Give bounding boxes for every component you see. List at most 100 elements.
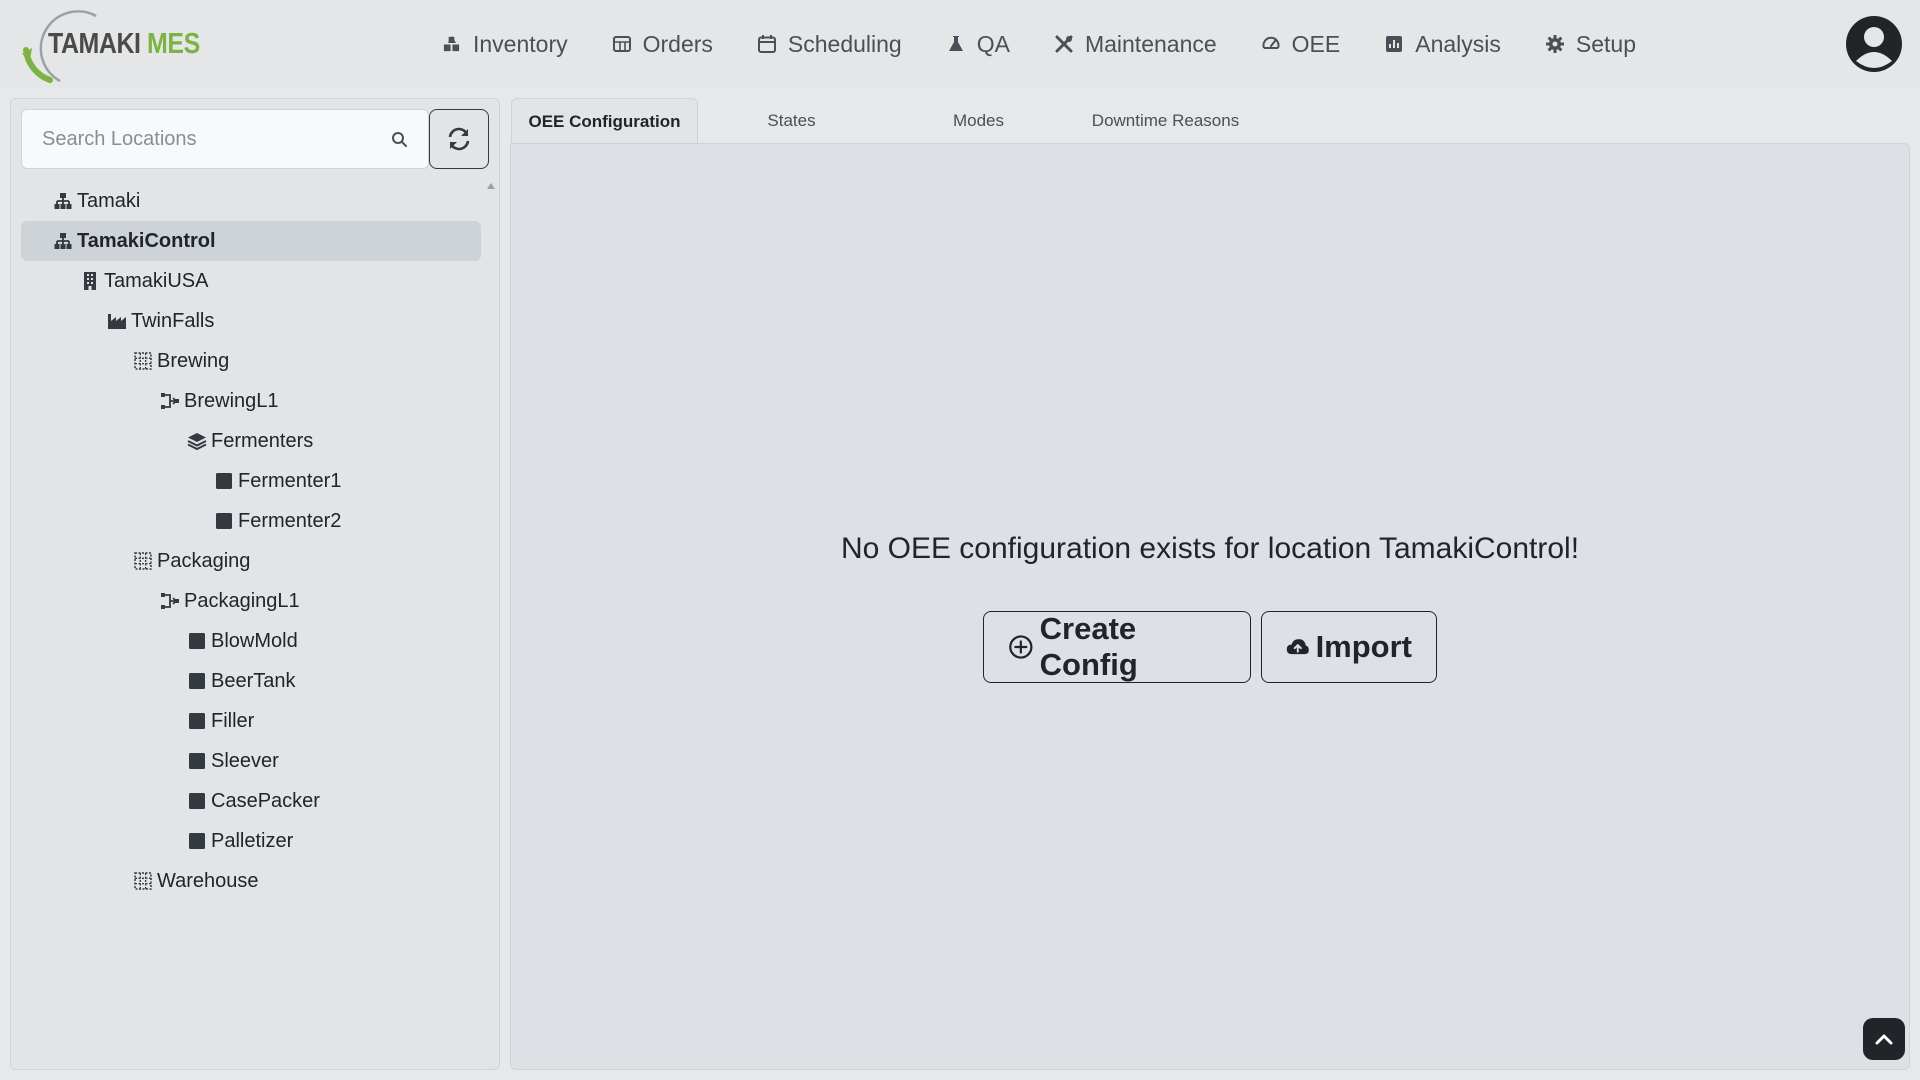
cell-square-icon <box>189 673 205 689</box>
nav-item-label: Analysis <box>1415 30 1501 57</box>
search-box <box>21 109 429 169</box>
tree-item-label: BeerTank <box>211 669 296 692</box>
tree-item-beertank[interactable]: BeerTank <box>21 661 481 701</box>
cell-square-icon <box>216 473 232 489</box>
user-avatar[interactable] <box>1845 15 1903 73</box>
tab-states[interactable]: States <box>698 98 885 144</box>
nav-item-label: OEE <box>1291 30 1341 57</box>
search-icon[interactable] <box>391 131 408 148</box>
action-buttons: Create Config Import <box>511 611 1909 683</box>
tree-item-fermenter2[interactable]: Fermenter2 <box>21 501 481 541</box>
line-icon <box>161 393 179 409</box>
logo-text: TAMAKI MES <box>48 28 200 61</box>
chevron-up-icon <box>1875 1034 1893 1045</box>
scroll-to-top-button[interactable] <box>1863 1018 1905 1060</box>
tree-item-fermenters[interactable]: Fermenters <box>21 421 481 461</box>
tree-item-label: Fermenters <box>211 429 314 452</box>
factory-icon <box>108 314 126 329</box>
boxes-icon <box>443 36 460 52</box>
tree-item-tamaki[interactable]: Tamaki <box>21 181 481 221</box>
tree-item-label: BrewingL1 <box>184 389 279 412</box>
cell-square-icon <box>216 513 232 529</box>
search-input[interactable] <box>22 110 382 168</box>
area-grid-icon <box>134 352 152 370</box>
tree-item-label: Palletizer <box>211 829 294 852</box>
calendar-icon <box>757 35 776 53</box>
cell-square-icon <box>189 793 205 809</box>
refresh-button[interactable] <box>429 109 489 169</box>
tree-item-twinfalls[interactable]: TwinFalls <box>21 301 481 341</box>
nav-item-inventory[interactable]: Inventory <box>420 22 590 66</box>
tree-item-fermenter1[interactable]: Fermenter1 <box>21 461 481 501</box>
main-nav: Inventory Orders Scheduling QA Maintenan… <box>420 22 1658 66</box>
nav-item-label: Scheduling <box>787 30 902 57</box>
tree-item-label: Tamaki <box>77 189 141 212</box>
tree-item-blowmold[interactable]: BlowMold <box>21 621 481 661</box>
tree-item-label: Sleever <box>211 749 279 772</box>
oee-config-panel: No OEE configuration exists for location… <box>510 143 1910 1070</box>
cell-square-icon <box>189 753 205 769</box>
tree-item-warehouse[interactable]: Warehouse <box>21 861 481 901</box>
nav-item-label: Orders <box>642 30 713 57</box>
orders-icon <box>612 36 631 52</box>
tree-item-tamakicontrol[interactable]: TamakiControl <box>21 221 481 261</box>
app-logo[interactable]: TAMAKI MES <box>20 4 200 84</box>
nav-item-maintenance[interactable]: Maintenance <box>1032 22 1239 66</box>
area-grid-icon <box>134 872 152 890</box>
enterprise-icon <box>54 233 72 249</box>
nav-item-label: Inventory <box>473 30 568 57</box>
building-icon <box>84 272 96 290</box>
tree-item-palletizer[interactable]: Palletizer <box>21 821 481 861</box>
refresh-icon <box>448 127 470 151</box>
nav-item-oee[interactable]: OEE <box>1239 22 1363 66</box>
nav-item-label: QA <box>976 30 1010 57</box>
nav-item-orders[interactable]: Orders <box>590 22 735 66</box>
tree-item-filler[interactable]: Filler <box>21 701 481 741</box>
enterprise-icon <box>54 193 72 209</box>
layers-icon <box>187 433 207 451</box>
cell-square-icon <box>189 713 205 729</box>
nav-item-scheduling[interactable]: Scheduling <box>735 22 924 66</box>
oee-tabs: OEE Configuration States Modes Downtime … <box>511 98 1259 144</box>
user-circle-icon <box>1846 16 1902 72</box>
line-icon <box>161 593 179 609</box>
tree-item-sleever[interactable]: Sleever <box>21 741 481 781</box>
tree-item-brewingl1[interactable]: BrewingL1 <box>21 381 481 421</box>
tree-item-brewing[interactable]: Brewing <box>21 341 481 381</box>
cell-square-icon <box>189 833 205 849</box>
tree-item-label: PackagingL1 <box>184 589 300 612</box>
plus-circle-icon <box>1009 635 1033 659</box>
create-config-label: Create Config <box>1039 611 1138 682</box>
tree-item-casepacker[interactable]: CasePacker <box>21 781 481 821</box>
location-sidebar: Tamaki TamakiControl TamakiUSA TwinFalls… <box>10 98 500 1070</box>
tree-item-tamakiusa[interactable]: TamakiUSA <box>21 261 481 301</box>
tab-modes[interactable]: Modes <box>885 98 1072 144</box>
flask-icon <box>948 36 963 51</box>
cloud-upload-icon <box>1286 639 1309 655</box>
import-button[interactable]: Import <box>1261 611 1437 683</box>
nav-item-setup[interactable]: Setup <box>1523 22 1658 66</box>
tree-scroll-up-arrow[interactable] <box>487 183 495 189</box>
tree-item-label: Packaging <box>157 549 251 572</box>
create-config-button[interactable]: Create Config <box>983 611 1251 683</box>
nav-item-qa[interactable]: QA <box>924 22 1032 66</box>
gear-icon <box>1545 35 1564 53</box>
nav-item-analysis[interactable]: Analysis <box>1362 22 1523 66</box>
tab-oee-configuration[interactable]: OEE Configuration <box>511 98 698 144</box>
tree-item-label: BlowMold <box>211 629 298 652</box>
tree-item-packaging[interactable]: Packaging <box>21 541 481 581</box>
empty-state-message: No OEE configuration exists for location… <box>840 532 1580 565</box>
top-header: TAMAKI MES Inventory Orders Scheduling Q… <box>0 0 1920 88</box>
chart-icon <box>1386 36 1403 52</box>
tree-item-label: TwinFalls <box>131 309 215 332</box>
tree-item-label: TamakiControl <box>77 229 216 252</box>
tools-icon <box>1055 35 1073 53</box>
speedometer-icon <box>1262 36 1280 49</box>
tree-item-label: Fermenter2 <box>238 509 342 532</box>
nav-item-label: Maintenance <box>1084 30 1217 57</box>
tab-downtime-reasons[interactable]: Downtime Reasons <box>1072 98 1259 144</box>
tree-item-packagingl1[interactable]: PackagingL1 <box>21 581 481 621</box>
area-grid-icon <box>134 552 152 570</box>
tree-item-label: Warehouse <box>157 869 259 892</box>
tree-item-label: Brewing <box>157 349 230 372</box>
